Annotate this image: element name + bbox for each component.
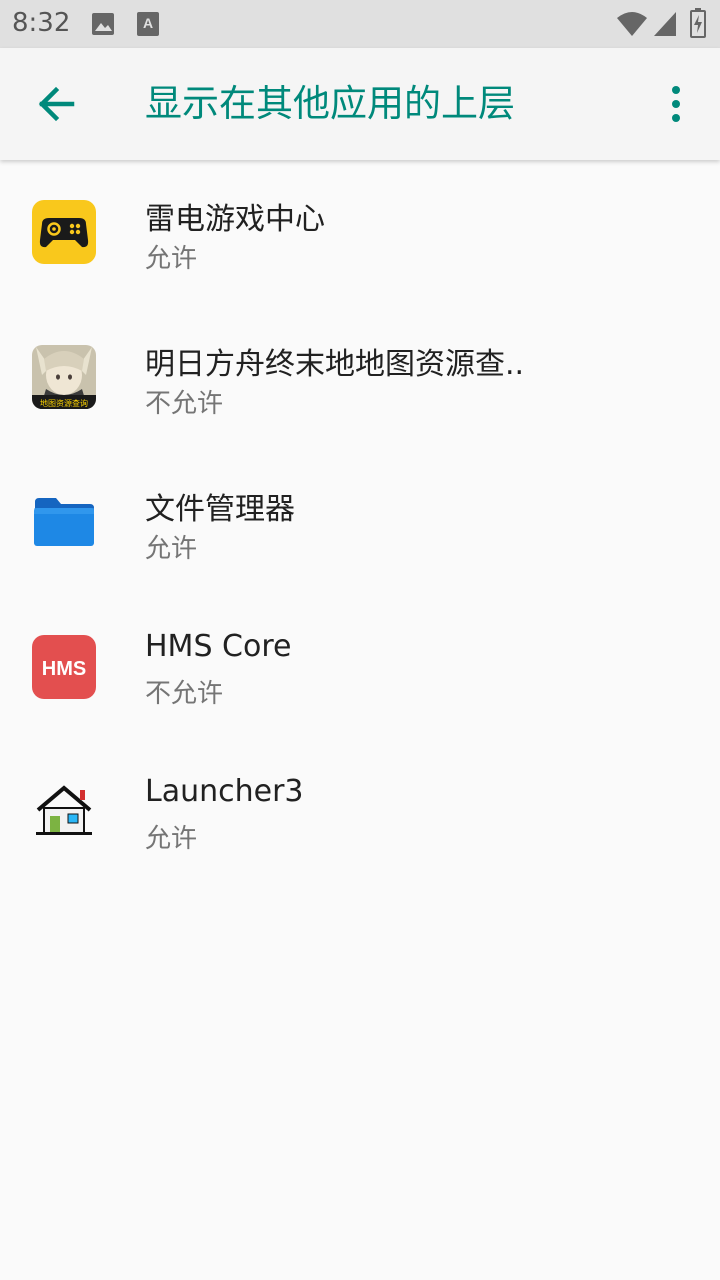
app-permission-status: 不允许 [145,389,224,419]
app-permission-status: 允许 [145,244,198,274]
page-title: 显示在其他应用的上层 [145,82,515,125]
app-name: 雷电游戏中心 [145,202,325,237]
text-a-icon: A [137,12,159,36]
status-time: 8:32 [12,8,71,38]
app-name: HMS Core [145,629,292,664]
app-bar: 显示在其他应用的上层 [0,48,720,160]
arrow-back-icon [38,86,75,122]
svg-text:A: A [143,15,153,31]
more-options-button[interactable] [652,78,700,130]
battery-charging-icon [690,8,706,38]
app-name: Launcher3 [145,774,304,809]
house-icon [36,785,92,835]
signal-icon [654,12,676,36]
app-name: 明日方舟终末地地图资源查.. [145,347,525,382]
list-item[interactable]: HMS HMS Core 不允许 [0,595,720,740]
status-bar: 8:32 A [0,0,720,48]
app-name: 文件管理器 [145,492,295,527]
back-button[interactable] [30,78,82,130]
list-item[interactable]: 雷电游戏中心 允许 [0,160,720,305]
folder-icon [34,498,94,546]
hms-icon: HMS [32,635,96,699]
arknights-map-icon: 地图资源查询 [32,345,96,409]
more-vert-icon [672,86,680,122]
app-list: 雷电游戏中心 允许 地图资源查询 明日方舟终末地地图资源查.. 不允许 文件管理… [0,160,720,885]
app-permission-status: 允许 [145,534,198,564]
list-item[interactable]: 地图资源查询 明日方舟终末地地图资源查.. 不允许 [0,305,720,450]
list-item[interactable]: Launcher3 允许 [0,740,720,885]
hms-icon-text: HMS [42,658,86,680]
gamepad-icon [32,200,96,264]
app-permission-status: 不允许 [145,679,224,709]
wifi-icon [617,12,647,36]
app-permission-status: 允许 [145,824,198,854]
list-item[interactable]: 文件管理器 允许 [0,450,720,595]
image-icon [92,13,114,35]
icon-banner-text: 地图资源查询 [40,398,88,408]
